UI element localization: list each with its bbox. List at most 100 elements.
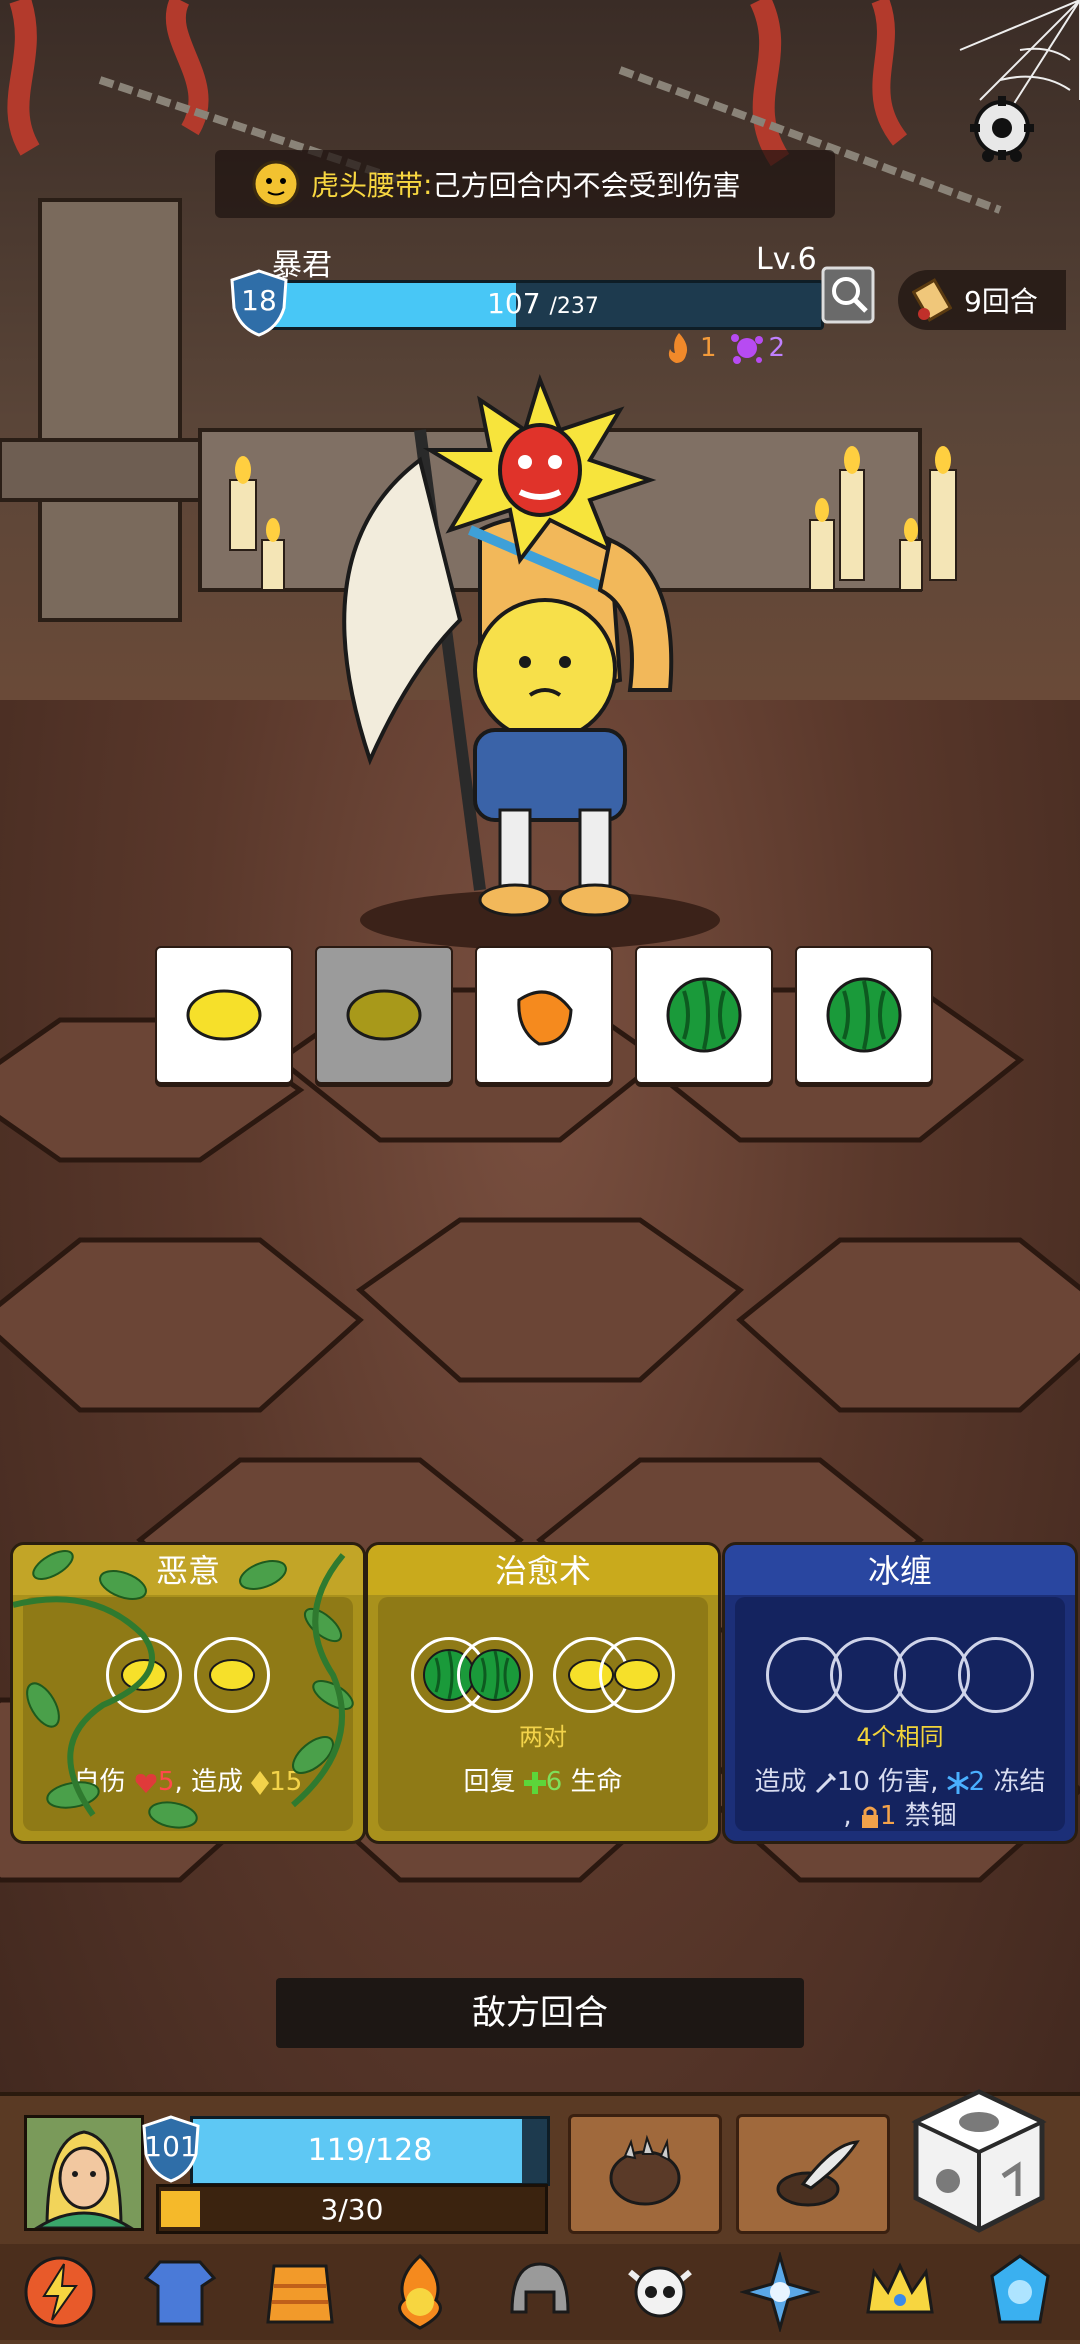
settings-gear-icon[interactable] (966, 92, 1038, 164)
card-body: 自伤 5, 造成 15 (23, 1597, 353, 1831)
effect-text: 伤害, (878, 1767, 939, 1797)
watermelon-icon (826, 977, 902, 1053)
player-avatar[interactable] (24, 2115, 144, 2231)
poison-status: 2 (729, 330, 785, 366)
slot-pair-lemon (553, 1637, 675, 1713)
lemon-icon (209, 1659, 255, 1691)
equipment-slot-gauntlet[interactable] (568, 2114, 722, 2234)
card-requirement: 两对 (519, 1723, 567, 1751)
tunic-icon[interactable] (140, 2252, 220, 2332)
inspect-enemy-icon[interactable] (820, 265, 876, 325)
orange-icon (517, 990, 573, 1046)
enemy-level: Lv.6 (756, 242, 817, 277)
bind-value: 1 (879, 1801, 897, 1831)
card-effect: 造成 10 伤害, 2 冻结 , 1 禁锢 (735, 1765, 1065, 1833)
skill-card-heal[interactable]: 治愈术 两对 回复 6 生命 (365, 1542, 721, 1844)
heal-value: 6 (545, 1767, 563, 1797)
fur-armor-icon[interactable] (260, 2252, 340, 2332)
burn-count: 1 (700, 333, 717, 363)
buff-description: 己方回合内不会受到伤害 (432, 169, 741, 202)
empty-slot (958, 1637, 1034, 1713)
enemy-shield-badge: 18 (228, 268, 290, 338)
poison-splat-icon (730, 334, 763, 364)
card-body: 两对 回复 6 生命 (378, 1597, 708, 1831)
tiger-belt-icon (252, 160, 300, 208)
effect-text: , 造成 (174, 1767, 243, 1797)
card-dice-slots (378, 1637, 708, 1713)
player-exp-text: 3/30 (320, 2193, 384, 2226)
card-dice-slots (23, 1637, 353, 1713)
enemy-hp-max: /237 (549, 294, 599, 319)
helmet-icon[interactable] (500, 2252, 580, 2332)
card-title: 恶意 (13, 1545, 363, 1595)
enemy-hp-value: 107 (487, 287, 541, 320)
lemon-icon (121, 1659, 167, 1691)
effect-text: 造成 (754, 1767, 807, 1797)
compass-star-icon[interactable] (740, 2252, 820, 2332)
card-effect: 自伤 5, 造成 15 (23, 1765, 353, 1799)
player-hp-bar: 119/128 (190, 2116, 550, 2186)
enemy-status-effects: 1 2 (662, 330, 785, 366)
flame-gauntlet-icon[interactable] (380, 2252, 460, 2332)
gold-diamond-icon (251, 1770, 270, 1795)
self-damage-value: 5 (157, 1767, 175, 1797)
roll-dice-button-icon[interactable] (908, 2086, 1050, 2236)
enemy-dice-tray (155, 946, 933, 1084)
gold-value: 15 (269, 1767, 303, 1797)
damage-value: 10 (836, 1767, 870, 1797)
effect-text: 禁锢 (904, 1801, 957, 1831)
skill-card-malice[interactable]: 恶意 自伤 5, 造成 15 (10, 1542, 366, 1844)
card-effect: 回复 6 生命 (378, 1765, 708, 1799)
broken-heart-icon (135, 1773, 157, 1793)
player-hp-text: 119/128 (307, 2133, 433, 2168)
flame-icon (668, 333, 688, 363)
player-shield-value: 101 (144, 2130, 198, 2163)
player-exp-bar: 3/30 (156, 2184, 548, 2234)
enemy-hp-text: 107 /237 (265, 287, 821, 320)
skull-icon[interactable] (620, 2252, 700, 2332)
round-counter: 9回合 (898, 270, 1066, 330)
die-5 (795, 946, 933, 1084)
blue-crystal-icon[interactable] (980, 2252, 1060, 2332)
die-2 (315, 946, 453, 1084)
hero-portrait-icon (27, 2118, 141, 2230)
lemon-icon (346, 989, 422, 1041)
turn-indicator: 敌方回合 (276, 1978, 804, 2048)
card-requirement: 4个相同 (856, 1723, 944, 1751)
card-title: 治愈术 (368, 1545, 718, 1595)
effect-text: , (843, 1801, 852, 1831)
tyrant-monster-sprite[interactable] (300, 370, 780, 950)
buff-banner: 虎头腰带 : 己方回合内不会受到伤害 (215, 150, 835, 218)
lemon-icon (186, 989, 262, 1041)
buff-separator: : (423, 167, 433, 201)
enemy-hp-bar: 107 /237 (262, 280, 824, 330)
slot-watermelon (457, 1637, 533, 1713)
scroll-icon (912, 278, 952, 322)
effect-text: 自伤 (73, 1767, 126, 1797)
quill-ink-icon (776, 2140, 860, 2207)
die-1 (155, 946, 293, 1084)
buff-name: 虎头腰带 (311, 169, 424, 202)
card-title: 冰缠 (725, 1545, 1075, 1595)
burn-status: 1 (662, 330, 717, 366)
sword-icon (815, 1772, 836, 1793)
equipment-slot-feather[interactable] (736, 2114, 890, 2234)
enemy-shield-value: 18 (241, 284, 277, 317)
effect-text: 冻结 (993, 1767, 1046, 1797)
equipment-bar (0, 2244, 1080, 2340)
slot-lemon (106, 1637, 182, 1713)
effect-line-2: , 1 禁锢 (735, 1799, 1065, 1833)
player-shield-badge: 101 (140, 2114, 202, 2184)
crown-icon[interactable] (860, 2252, 940, 2332)
round-text: 9回合 (964, 285, 1038, 318)
card-dice-slots (735, 1637, 1065, 1713)
skill-card-frost-bind[interactable]: 冰缠 4个相同 造成 10 伤害, 2 冻结 , 1 禁锢 (722, 1542, 1078, 1844)
watermelon-icon (469, 1649, 521, 1701)
effect-text: 生命 (570, 1767, 623, 1797)
die-4 (635, 946, 773, 1084)
effect-text: 回复 (463, 1767, 516, 1797)
watermelon-icon (666, 977, 742, 1053)
effect-line-1: 造成 10 伤害, 2 冻结 (735, 1765, 1065, 1799)
lightning-icon[interactable] (20, 2252, 100, 2332)
slot-pair-watermelon (411, 1637, 533, 1713)
